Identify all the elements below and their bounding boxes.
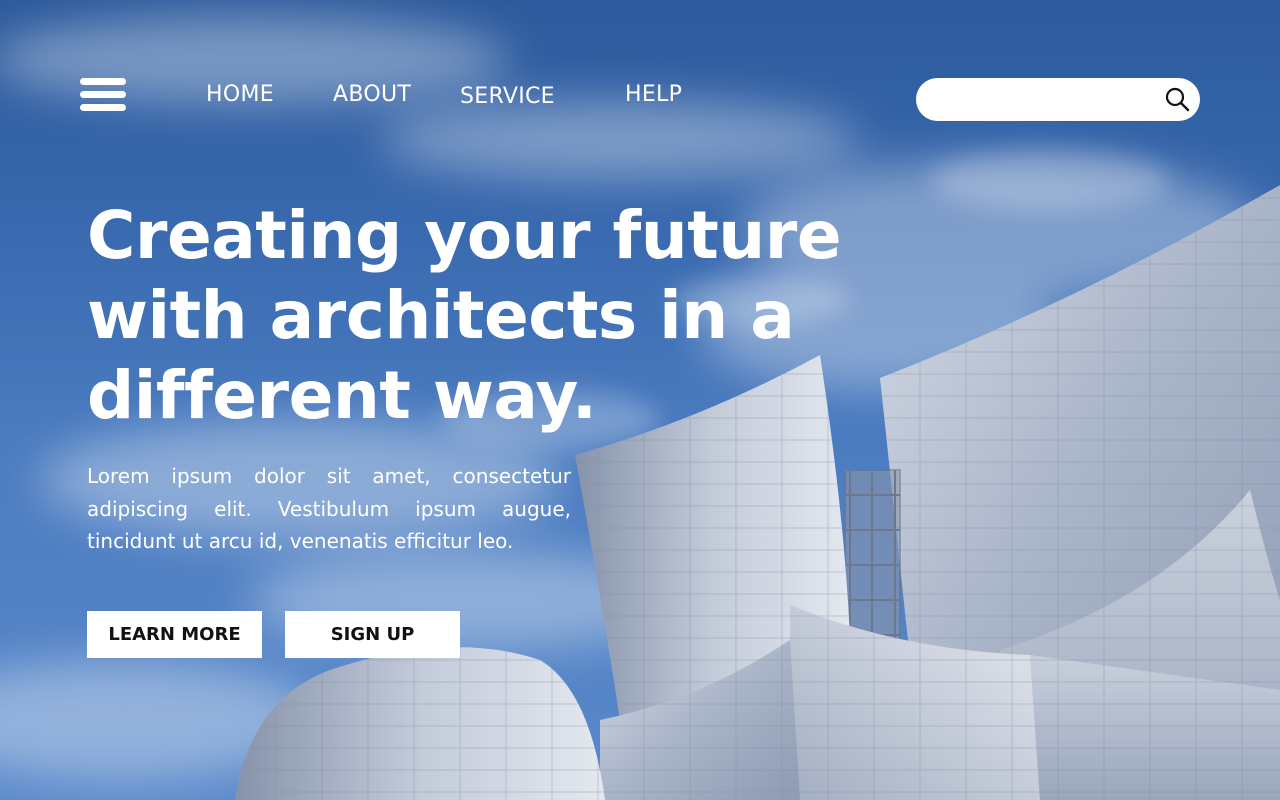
search-icon[interactable]: [1164, 86, 1190, 112]
headline-line: Creating your future: [87, 197, 842, 274]
hamburger-menu-icon[interactable]: [80, 78, 126, 112]
search-input[interactable]: [936, 78, 1160, 123]
hero-headline: Creating your future with architects in …: [87, 196, 847, 436]
search-bar: [916, 78, 1200, 123]
sign-up-button[interactable]: SIGN UP: [285, 611, 460, 658]
hero-section: HOME ABOUT SERVICE HELP Creating your fu…: [0, 0, 1280, 800]
headline-line: different way.: [87, 357, 597, 434]
nav-help[interactable]: HELP: [625, 82, 682, 107]
nav-about[interactable]: ABOUT: [333, 82, 411, 107]
nav-service[interactable]: SERVICE: [460, 84, 555, 109]
headline-line: with architects in a: [87, 277, 795, 354]
nav-home[interactable]: HOME: [206, 82, 274, 107]
scaffolding: [844, 469, 901, 651]
learn-more-button[interactable]: LEARN MORE: [87, 611, 262, 658]
hero-description: Lorem ipsum dolor sit amet, consectetur …: [87, 464, 571, 553]
